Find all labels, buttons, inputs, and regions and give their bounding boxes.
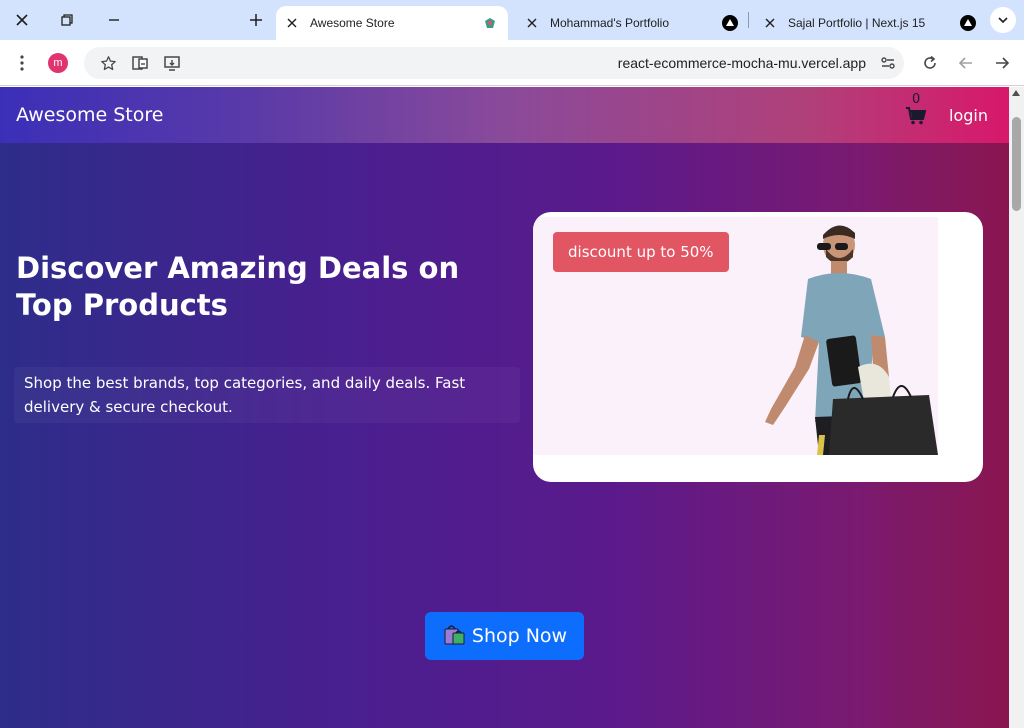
hero-headline: Discover Amazing Deals on Top Products xyxy=(16,251,460,322)
cart-icon[interactable] xyxy=(905,107,927,125)
minimize-window-icon[interactable] xyxy=(100,8,128,32)
restore-window-icon[interactable] xyxy=(53,8,81,32)
tab-title: Mohammad's Portfolio xyxy=(550,16,670,30)
install-app-icon[interactable] xyxy=(160,51,184,75)
store-page: Awesome Store 0 login Discover Amazing D… xyxy=(0,87,1009,728)
close-tab-icon[interactable] xyxy=(762,15,778,31)
reload-icon[interactable] xyxy=(918,51,942,75)
site-navbar: Awesome Store 0 login xyxy=(0,87,1009,143)
page-scrollbar[interactable] xyxy=(1009,87,1024,728)
profile-avatar[interactable]: m xyxy=(48,53,68,73)
tab-search-dropdown-icon[interactable] xyxy=(990,7,1016,33)
cart-count-badge: 0 xyxy=(912,92,921,107)
vercel-favicon-icon xyxy=(722,15,738,31)
shopping-bags-icon xyxy=(442,622,466,651)
brand-logo[interactable]: Awesome Store xyxy=(16,104,163,126)
bookmark-star-icon[interactable] xyxy=(96,51,120,75)
close-window-icon[interactable] xyxy=(8,8,36,32)
close-tab-icon[interactable] xyxy=(284,15,300,31)
browser-toolbar: m react-ecommerce-mocha-mu.vercel.app xyxy=(0,40,1024,86)
menu-kebab-icon[interactable] xyxy=(10,51,34,75)
vercel-favicon-icon xyxy=(960,15,976,31)
shop-now-label: Shop Now xyxy=(471,625,568,647)
discount-badge: discount up to 50% xyxy=(553,232,729,272)
site-settings-icon[interactable] xyxy=(876,51,900,75)
tab-sajal-portfolio[interactable]: Sajal Portfolio | Next.js 15 xyxy=(754,6,980,40)
scroll-up-arrow-icon[interactable] xyxy=(1012,90,1020,96)
tab-strip: Awesome Store Mohammad's Portfolio Sajal… xyxy=(0,0,1024,40)
hero-subtext: Shop the best brands, top categories, an… xyxy=(14,367,520,423)
tab-title: Awesome Store xyxy=(310,16,395,30)
tab-title: Sajal Portfolio | Next.js 15 xyxy=(788,16,926,30)
tab-mohammad-portfolio[interactable]: Mohammad's Portfolio xyxy=(516,6,738,40)
address-bar[interactable]: react-ecommerce-mocha-mu.vercel.app xyxy=(84,47,904,79)
new-tab-icon[interactable] xyxy=(242,8,270,32)
shop-now-button[interactable]: Shop Now xyxy=(425,612,584,660)
tab-separator xyxy=(748,12,749,28)
close-tab-icon[interactable] xyxy=(524,15,540,31)
url-text[interactable]: react-ecommerce-mocha-mu.vercel.app xyxy=(618,55,866,71)
page-viewport: Awesome Store 0 login Discover Amazing D… xyxy=(0,87,1024,728)
scroll-thumb[interactable] xyxy=(1012,117,1021,211)
store-favicon-icon xyxy=(482,15,498,31)
login-link[interactable]: login xyxy=(949,106,988,125)
back-arrow-icon[interactable] xyxy=(954,51,978,75)
tab-awesome-store[interactable]: Awesome Store xyxy=(276,6,508,40)
translate-icon[interactable] xyxy=(128,51,152,75)
forward-arrow-icon[interactable] xyxy=(990,51,1014,75)
hero-image-card: discount up to 50% xyxy=(533,212,983,482)
